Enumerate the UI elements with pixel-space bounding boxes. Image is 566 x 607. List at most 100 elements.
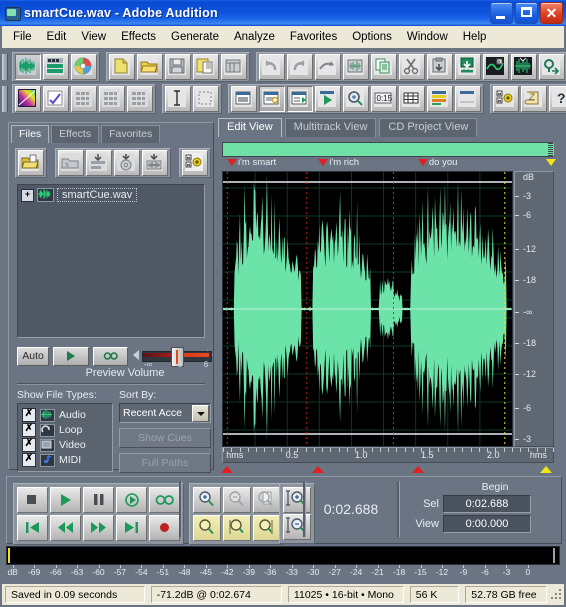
record-icon[interactable] <box>539 54 565 80</box>
toolbar-grip[interactable] <box>2 54 8 80</box>
blank-panel-icon[interactable] <box>455 86 481 112</box>
record-button[interactable] <box>149 515 180 541</box>
insert-into-cd-icon[interactable] <box>114 150 140 176</box>
cue-handle[interactable] <box>539 466 552 473</box>
menu-edit[interactable]: Edit <box>40 29 74 45</box>
menu-view[interactable]: View <box>74 29 113 45</box>
cue-marker[interactable]: do you <box>417 158 457 168</box>
go-to-beginning-button[interactable] <box>17 515 48 541</box>
redo-icon[interactable] <box>287 54 313 80</box>
pause-button[interactable] <box>83 487 114 513</box>
loop-button[interactable] <box>149 487 180 513</box>
file-options-icon[interactable] <box>182 150 208 176</box>
resize-grip-icon[interactable] <box>550 588 562 602</box>
play-button[interactable] <box>50 487 81 513</box>
cd-project-view-icon[interactable] <box>71 54 97 80</box>
multitrack-view-icon[interactable] <box>43 54 69 80</box>
close-button[interactable]: ✕ <box>540 2 563 24</box>
tab-edit-view[interactable]: Edit View <box>218 118 282 137</box>
level-meter[interactable] <box>6 546 560 565</box>
checkbox-midi[interactable]: ✗ <box>22 453 36 467</box>
preview-play-button[interactable] <box>53 346 90 366</box>
auto-preview-button[interactable]: Auto <box>17 346 50 366</box>
options-icon[interactable] <box>493 86 519 112</box>
preview-loop-button[interactable] <box>93 346 128 366</box>
cue-marker[interactable]: i'm smart <box>226 158 276 168</box>
save-as-icon[interactable] <box>193 54 219 80</box>
menu-analyze[interactable]: Analyze <box>227 29 282 45</box>
insert-into-edit-icon[interactable] <box>142 150 168 176</box>
waveform-display[interactable] <box>222 171 513 447</box>
help-icon[interactable]: ? <box>549 86 566 112</box>
cue-marker[interactable] <box>545 158 557 166</box>
menu-effects[interactable]: Effects <box>114 29 163 45</box>
cue-handle[interactable] <box>411 466 424 473</box>
frequency-icon[interactable] <box>127 86 153 112</box>
menu-file[interactable]: File <box>6 29 39 45</box>
tab-cd-project-view[interactable]: CD Project View <box>379 118 478 137</box>
menu-help[interactable]: Help <box>456 29 494 45</box>
play-icon[interactable] <box>315 86 341 112</box>
chevron-down-icon[interactable] <box>192 404 209 422</box>
expand-icon[interactable]: + <box>21 188 34 202</box>
menu-window[interactable]: Window <box>400 29 455 45</box>
tab-effects[interactable]: Effects <box>51 125 100 143</box>
file-type-row[interactable]: ✗ Audio <box>22 408 108 422</box>
trim-icon[interactable]: x <box>483 54 509 80</box>
cue-handle[interactable] <box>312 466 325 473</box>
time-ruler[interactable]: hms 0.5 1.0 1.5 2.0 hms <box>222 447 554 463</box>
open-file-icon[interactable] <box>18 150 44 176</box>
show-favorites-panel-icon[interactable] <box>287 86 313 112</box>
save-icon[interactable] <box>165 54 191 80</box>
zoom-out-button[interactable] <box>223 487 251 513</box>
paste-icon[interactable] <box>427 54 453 80</box>
play-to-end-button[interactable] <box>116 487 147 513</box>
time-display[interactable]: 0:02.688 <box>309 483 393 535</box>
mix-paste-icon[interactable] <box>455 54 481 80</box>
zoom-in-right-button[interactable] <box>253 515 281 541</box>
tab-favorites[interactable]: Favorites <box>101 125 161 143</box>
edit-marker-icon[interactable] <box>43 86 69 112</box>
new-file-icon[interactable] <box>109 54 135 80</box>
scripts-icon[interactable]: Z <box>521 86 547 112</box>
marquee-select-tool-icon[interactable] <box>193 86 219 112</box>
menu-generate[interactable]: Generate <box>164 29 226 45</box>
delete-selection-icon[interactable] <box>511 54 537 80</box>
zoom-full-button[interactable] <box>253 487 281 513</box>
cue-marker[interactable]: i'm rich <box>318 158 359 168</box>
menu-options[interactable]: Options <box>345 29 399 45</box>
scan-level-icon[interactable] <box>71 86 97 112</box>
checkbox-audio[interactable]: ✗ <box>22 408 36 422</box>
waveform-view-icon[interactable] <box>15 54 41 80</box>
checkbox-video[interactable]: ✗ <box>22 438 36 452</box>
checkbox-loop[interactable]: ✗ <box>22 423 36 437</box>
sel-begin-field[interactable]: 0:02.688 <box>443 495 531 513</box>
minimize-button[interactable] <box>490 2 513 24</box>
toolbar-grip-2[interactable] <box>2 86 8 112</box>
maximize-button[interactable] <box>515 2 538 24</box>
rewind-button[interactable] <box>50 515 81 541</box>
fast-forward-button[interactable] <box>83 515 114 541</box>
cue-handle[interactable] <box>220 466 233 473</box>
spectral-view-icon[interactable] <box>15 86 41 112</box>
show-effects-panel-icon[interactable] <box>259 86 285 112</box>
file-list[interactable]: + smartCue.wav <box>17 184 205 338</box>
undo-icon[interactable] <box>259 54 285 80</box>
close-file-icon[interactable]: x <box>58 150 84 176</box>
analysis-icon[interactable] <box>99 86 125 112</box>
zoom-in-button[interactable] <box>193 487 221 513</box>
view-begin-field[interactable]: 0:00.000 <box>443 515 531 533</box>
time-select-tool-icon[interactable] <box>165 86 191 112</box>
file-name[interactable]: smartCue.wav <box>57 188 138 202</box>
go-to-end-button[interactable] <box>116 515 147 541</box>
insert-into-multitrack-icon[interactable] <box>86 150 112 176</box>
zoom-out-vertical-button[interactable] <box>283 514 311 540</box>
stop-button[interactable] <box>17 487 48 513</box>
tab-multitrack-view[interactable]: Multitrack View <box>284 118 377 137</box>
file-type-row[interactable]: ✗ MIDI <box>22 453 108 467</box>
volume-decrease-arrow[interactable] <box>132 350 139 360</box>
file-type-row[interactable]: ✗ Loop <box>22 423 108 437</box>
edit-view-icon[interactable] <box>343 54 369 80</box>
file-type-row[interactable]: ✗ Video <box>22 438 108 452</box>
preview-volume-slider[interactable]: -∞ 0 6 <box>132 346 214 369</box>
